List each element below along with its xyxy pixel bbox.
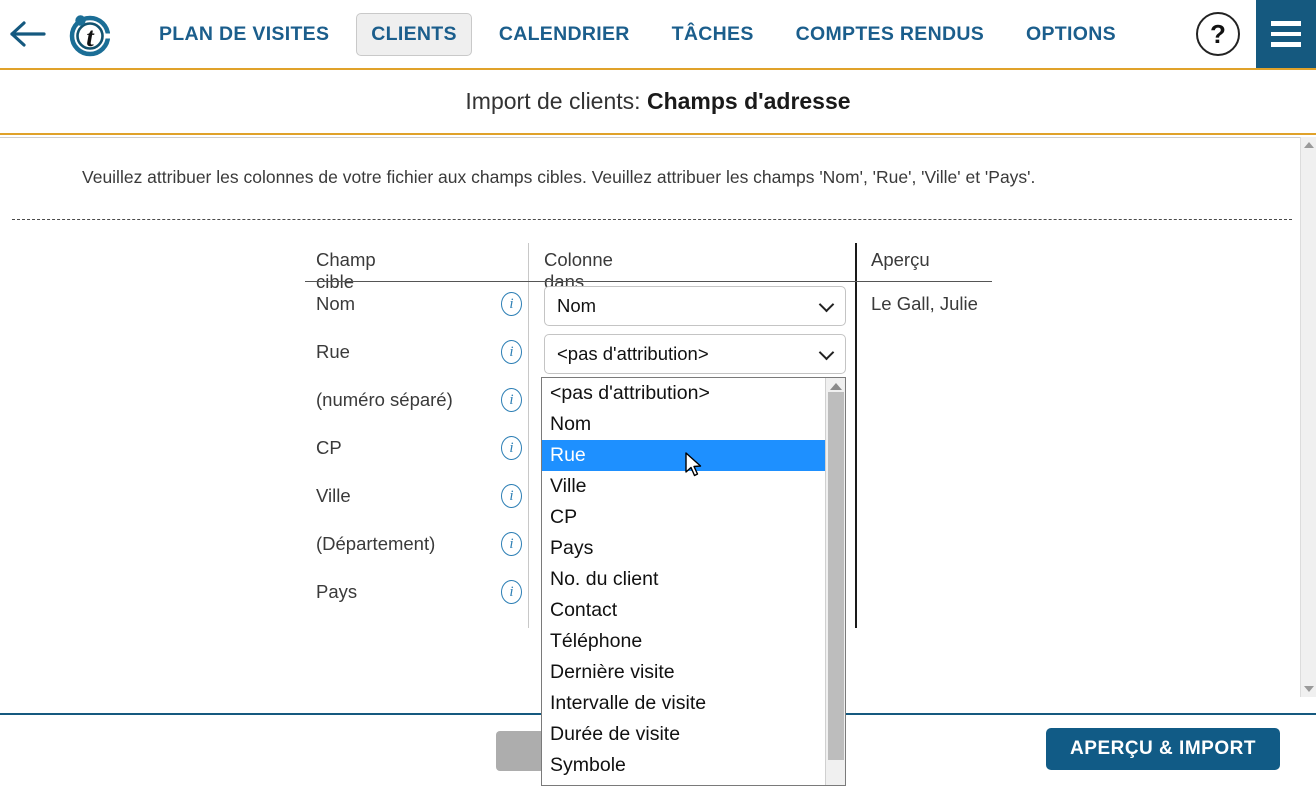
target-field-label: Ville <box>316 485 351 506</box>
hamburger-menu-icon[interactable] <box>1256 0 1316 68</box>
dropdown-option[interactable]: Pays <box>542 533 826 564</box>
scroll-down-icon[interactable] <box>1304 686 1314 692</box>
help-icon[interactable]: ? <box>1196 12 1240 56</box>
page-title-band: Import de clients: Champs d'adresse <box>0 68 1316 135</box>
info-icon[interactable]: i <box>501 436 522 460</box>
target-field-label: Nom <box>316 293 356 314</box>
column-select-value: Nom <box>557 295 597 316</box>
nav-item-plan-de-visites[interactable]: PLAN DE VISITES <box>144 13 344 56</box>
page-title: Import de clients: Champs d'adresse <box>465 88 850 115</box>
mouse-cursor <box>684 452 704 485</box>
preview-and-import-button[interactable]: APERÇU & IMPORT <box>1046 728 1280 770</box>
info-icon[interactable]: i <box>501 388 522 412</box>
column-header-preview: Aperçu <box>871 249 930 270</box>
dropdown-option[interactable]: No. du client <box>542 564 826 595</box>
dropdown-option[interactable]: Durée de visite <box>542 719 826 750</box>
table-row: Rue i <pas d'attribution> <box>305 330 1005 378</box>
dropdown-option[interactable]: Contact <box>542 595 826 626</box>
instruction-text: Veuillez attribuer les colonnes de votre… <box>82 167 1036 187</box>
chevron-down-icon <box>818 344 835 361</box>
cursor-icon <box>685 452 702 477</box>
target-field-label: Pays <box>316 581 358 602</box>
nav-item-taches[interactable]: TÂCHES <box>657 13 769 56</box>
back-arrow-icon <box>10 21 46 47</box>
nav-item-comptes-rendus[interactable]: COMPTES RENDUS <box>781 13 999 56</box>
app-logo[interactable]: t <box>62 0 118 68</box>
target-field-label: CP <box>316 437 342 458</box>
menu-bar-3 <box>1271 42 1301 47</box>
table-row: Nom i Nom Le Gall, Julie <box>305 282 1005 330</box>
dropdown-option[interactable]: Intervalle de visite <box>542 688 826 719</box>
info-icon[interactable]: i <box>501 484 522 508</box>
info-icon[interactable]: i <box>501 580 522 604</box>
dropdown-option[interactable]: Téléphone <box>542 626 826 657</box>
column-select-rue[interactable]: <pas d'attribution> <box>544 334 846 374</box>
info-icon[interactable]: i <box>501 532 522 556</box>
info-icon[interactable]: i <box>501 340 522 364</box>
dropdown-option[interactable]: Symbole <box>542 750 826 781</box>
info-icon[interactable]: i <box>501 292 522 316</box>
column-select-value: <pas d'attribution> <box>557 343 709 364</box>
dropdown-scroll-up-icon[interactable] <box>830 383 842 390</box>
nav-item-calendrier[interactable]: CALENDRIER <box>484 13 645 56</box>
nav-item-options[interactable]: OPTIONS <box>1011 13 1131 56</box>
target-field-label: (Département) <box>316 533 436 554</box>
vertical-scrollbar[interactable] <box>1300 137 1316 697</box>
menu-bar-2 <box>1271 31 1301 37</box>
column-select-nom[interactable]: Nom <box>544 286 846 326</box>
top-navigation-bar: t PLAN DE VISITES CLIENTS CALENDRIER TÂC… <box>0 0 1316 68</box>
dropdown-options: <pas d'attribution> Nom Rue Ville CP Pays No. … <box>542 378 826 781</box>
dropdown-option[interactable]: <pas d'attribution> <box>542 378 826 409</box>
dropdown-option[interactable]: Nom <box>542 409 826 440</box>
preview-value: Le Gall, Julie <box>871 293 978 314</box>
dropdown-option[interactable]: Dernière visite <box>542 657 826 688</box>
target-field-label: Rue <box>316 341 350 362</box>
target-field-label: (numéro séparé) <box>316 389 453 410</box>
dropdown-scroll-thumb[interactable] <box>828 392 844 760</box>
tourplaner-logo-icon: t <box>69 15 114 57</box>
dropdown-scrollbar[interactable] <box>825 378 845 785</box>
menu-bar-1 <box>1271 21 1301 26</box>
column-select-dropdown-list[interactable]: <pas d'attribution> Nom Rue Ville CP Pays No. … <box>541 377 846 786</box>
dotted-divider <box>12 219 1292 220</box>
page-title-prefix: Import de clients: <box>465 88 647 114</box>
nav-item-clients[interactable]: CLIENTS <box>356 12 472 56</box>
dropdown-option[interactable]: CP <box>542 502 826 533</box>
back-button[interactable] <box>0 0 56 68</box>
page-title-emphasis: Champs d'adresse <box>646 88 851 114</box>
chevron-down-icon <box>818 296 835 313</box>
scroll-up-icon[interactable] <box>1304 142 1314 148</box>
